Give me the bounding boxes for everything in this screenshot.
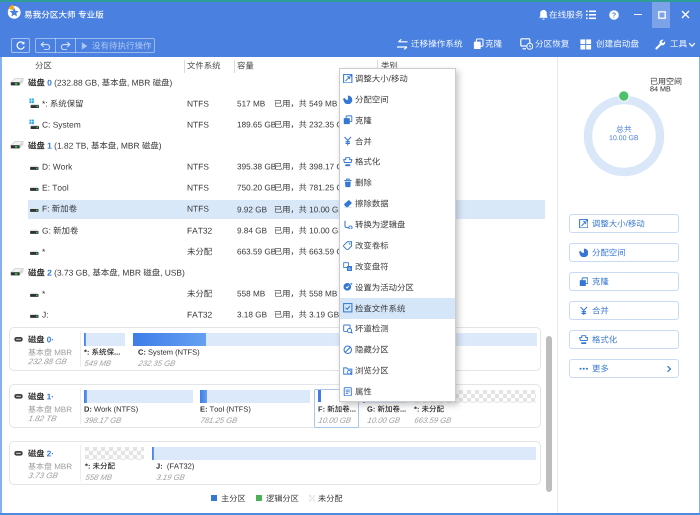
svg-text:?: ? <box>612 12 616 19</box>
